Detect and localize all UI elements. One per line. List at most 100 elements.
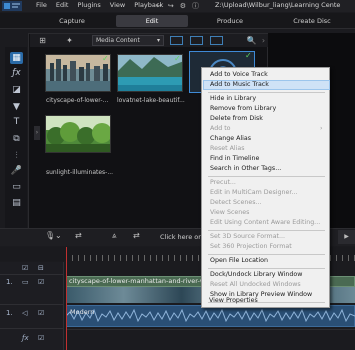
track-enable-checkbox[interactable]: ☑ xyxy=(38,278,44,286)
tab-create-disc[interactable]: Create Disc xyxy=(284,15,340,27)
fx-room-icon[interactable]: ƒx xyxy=(10,67,23,79)
menu-separator xyxy=(208,268,325,269)
ripple-icon[interactable]: ⇄ xyxy=(133,231,140,240)
fx-track-icon: ƒx xyxy=(22,334,29,342)
menu-item-change-alias[interactable]: Change Alias xyxy=(210,135,251,142)
menu-separator xyxy=(208,92,325,93)
project-file-path: Z:\Upload\Wilbur_liang\Learning Cente xyxy=(215,1,341,9)
collapse-arrow-icon[interactable]: › xyxy=(34,126,40,140)
audio-waveform xyxy=(66,308,355,323)
menu-item-reset-alias[interactable]: Reset Alias xyxy=(210,145,245,152)
voice-record-icon[interactable]: 🎤 xyxy=(10,165,23,177)
tab-produce[interactable]: Produce xyxy=(208,15,252,27)
menu-plugins[interactable]: Plugins xyxy=(77,1,100,11)
timeline-scroll-right-icon[interactable]: ▶ xyxy=(338,230,355,244)
menu-item-view-scenes[interactable]: View Scenes xyxy=(210,209,249,216)
sunlight-thumbnail xyxy=(46,116,110,152)
media-caption-lovatnet-lake: lovatnet-lake-beautif... xyxy=(117,97,185,104)
back-icon[interactable]: ↩ xyxy=(156,2,162,10)
track-number: 1. xyxy=(6,309,13,317)
menu-item-set-3d-source-format[interactable]: Set 3D Source Format... xyxy=(210,233,285,240)
menu-item-add-to-music-track[interactable]: Add to Music Track xyxy=(210,81,269,88)
timeline-hint-text: Click here or xyxy=(160,233,201,241)
import-media-icon[interactable]: ⊞ xyxy=(37,36,48,45)
menu-bar: File Edit Plugins View Playback xyxy=(36,1,163,11)
media-thumb-sunlight[interactable] xyxy=(45,115,111,153)
track-enable-checkbox[interactable]: ☑ xyxy=(38,309,44,317)
info-icon[interactable]: ⓘ xyxy=(192,1,199,11)
used-check-icon: ✓ xyxy=(102,54,109,63)
menu-separator xyxy=(208,230,325,231)
track-enable-checkbox[interactable]: ☑ xyxy=(38,334,44,342)
menu-separator xyxy=(208,254,325,255)
lock-icon[interactable]: ⊟ xyxy=(38,264,44,272)
view-video-icon[interactable] xyxy=(170,36,183,45)
menu-item-find-in-timeline[interactable]: Find in Timeline xyxy=(210,155,259,162)
track-headers xyxy=(0,262,64,350)
menu-item-remove-from-library[interactable]: Remove from Library xyxy=(210,105,276,112)
app-logo xyxy=(2,1,22,11)
menu-item-view-properties[interactable]: View Properties xyxy=(209,297,258,304)
settings-icon[interactable]: ⚙ xyxy=(180,2,186,10)
tool-rail: ▦ ƒx ◪ ▼ T ⧉ ⫶ 🎤 ▭ ▤ xyxy=(5,47,27,243)
menu-item-add-to[interactable]: Add to xyxy=(210,125,231,132)
menu-item-search-in-other-tags[interactable]: Search in Other Tags... xyxy=(210,165,281,172)
snap-icon[interactable]: ⩓ xyxy=(112,231,117,241)
transition-room-icon[interactable]: ⧉ xyxy=(10,133,23,145)
media-content-dropdown-value: Media Content xyxy=(96,37,140,44)
track-divider xyxy=(0,328,64,329)
tab-capture[interactable]: Capture xyxy=(42,15,102,27)
chapter-room-icon[interactable]: ▭ xyxy=(10,181,23,193)
search-icon[interactable]: 🔍 xyxy=(246,36,257,45)
view-audio-icon[interactable] xyxy=(210,36,223,45)
track-divider xyxy=(0,304,64,305)
audio-clip-label: Modern xyxy=(70,308,95,316)
chevron-down-icon: ▾ xyxy=(156,37,160,44)
menu-item-open-file-location[interactable]: Open File Location xyxy=(210,257,268,264)
media-caption-cityscape: cityscape-of-lower-... xyxy=(46,97,109,104)
menu-item-hide-in-library[interactable]: Hide in Library xyxy=(210,95,256,102)
window-controls: ↩ ↪ ⚙ ⓘ xyxy=(156,0,199,12)
context-menu: Add to Voice Track Add to Music Track Hi… xyxy=(201,67,330,308)
menu-item-reset-undocked-windows[interactable]: Reset All Undocked Windows xyxy=(210,281,301,288)
video-clip-label: cityscape-of-lower-manhattan-and-river-w… xyxy=(69,277,214,285)
effect-track[interactable] xyxy=(66,329,355,350)
video-track-icon: ▭ xyxy=(22,278,29,286)
menu-item-precut[interactable]: Precut... xyxy=(210,179,236,186)
audio-track-icon: ◁ xyxy=(22,309,28,317)
menu-item-edit-in-multicam[interactable]: Edit in MultiCam Designer... xyxy=(210,189,297,196)
used-check-icon: ✓ xyxy=(245,51,252,60)
track-divider xyxy=(0,274,64,275)
menu-item-dock-undock-library[interactable]: Dock/Undock Library Window xyxy=(210,271,302,278)
subtitle-room-icon[interactable]: ▤ xyxy=(10,197,23,209)
mic-icon[interactable]: 🎙 xyxy=(45,231,55,240)
menu-item-add-to-voice-track[interactable]: Add to Voice Track xyxy=(210,71,268,78)
pip-room-icon[interactable]: ◪ xyxy=(10,84,23,96)
plugin-icon[interactable]: ✦ xyxy=(64,36,75,45)
particle-room-icon[interactable]: ▼ xyxy=(10,101,23,113)
track-manager-icon[interactable]: ⇄ xyxy=(75,231,82,240)
track-number: 1. xyxy=(6,278,13,286)
menu-item-delete-from-disk[interactable]: Delete from Disk xyxy=(210,115,263,122)
media-caption-sunlight: sunlight-illuminates-... xyxy=(46,169,114,176)
tab-edit[interactable]: Edit xyxy=(116,15,188,27)
forward-icon[interactable]: ↪ xyxy=(168,2,174,10)
media-content-dropdown[interactable]: Media Content ▾ xyxy=(92,35,164,46)
track-enable-checkbox[interactable]: ☑ xyxy=(22,264,28,272)
menu-edit[interactable]: Edit xyxy=(56,1,69,11)
title-room-icon[interactable]: T xyxy=(10,116,23,128)
submenu-arrow-icon: › xyxy=(320,125,323,132)
menu-item-content-aware-editing[interactable]: Edit Using Content Aware Editing... xyxy=(210,219,320,226)
view-image-icon[interactable] xyxy=(190,36,203,45)
used-check-icon: ✓ xyxy=(174,54,181,63)
menu-item-detect-scenes[interactable]: Detect Scenes... xyxy=(210,199,261,206)
menu-item-set-360-projection[interactable]: Set 360 Projection Format xyxy=(210,243,292,250)
menu-separator xyxy=(208,176,325,177)
audio-mixing-icon[interactable]: ⫶ xyxy=(10,150,23,162)
menu-file[interactable]: File xyxy=(36,1,47,11)
playhead[interactable] xyxy=(66,247,67,350)
chevron-down-icon[interactable]: ⌄ xyxy=(55,231,62,240)
menu-view[interactable]: View xyxy=(110,1,125,11)
media-room-icon[interactable]: ▦ xyxy=(10,52,23,64)
mode-bar: Capture Edit Produce Create Disc xyxy=(0,13,355,29)
